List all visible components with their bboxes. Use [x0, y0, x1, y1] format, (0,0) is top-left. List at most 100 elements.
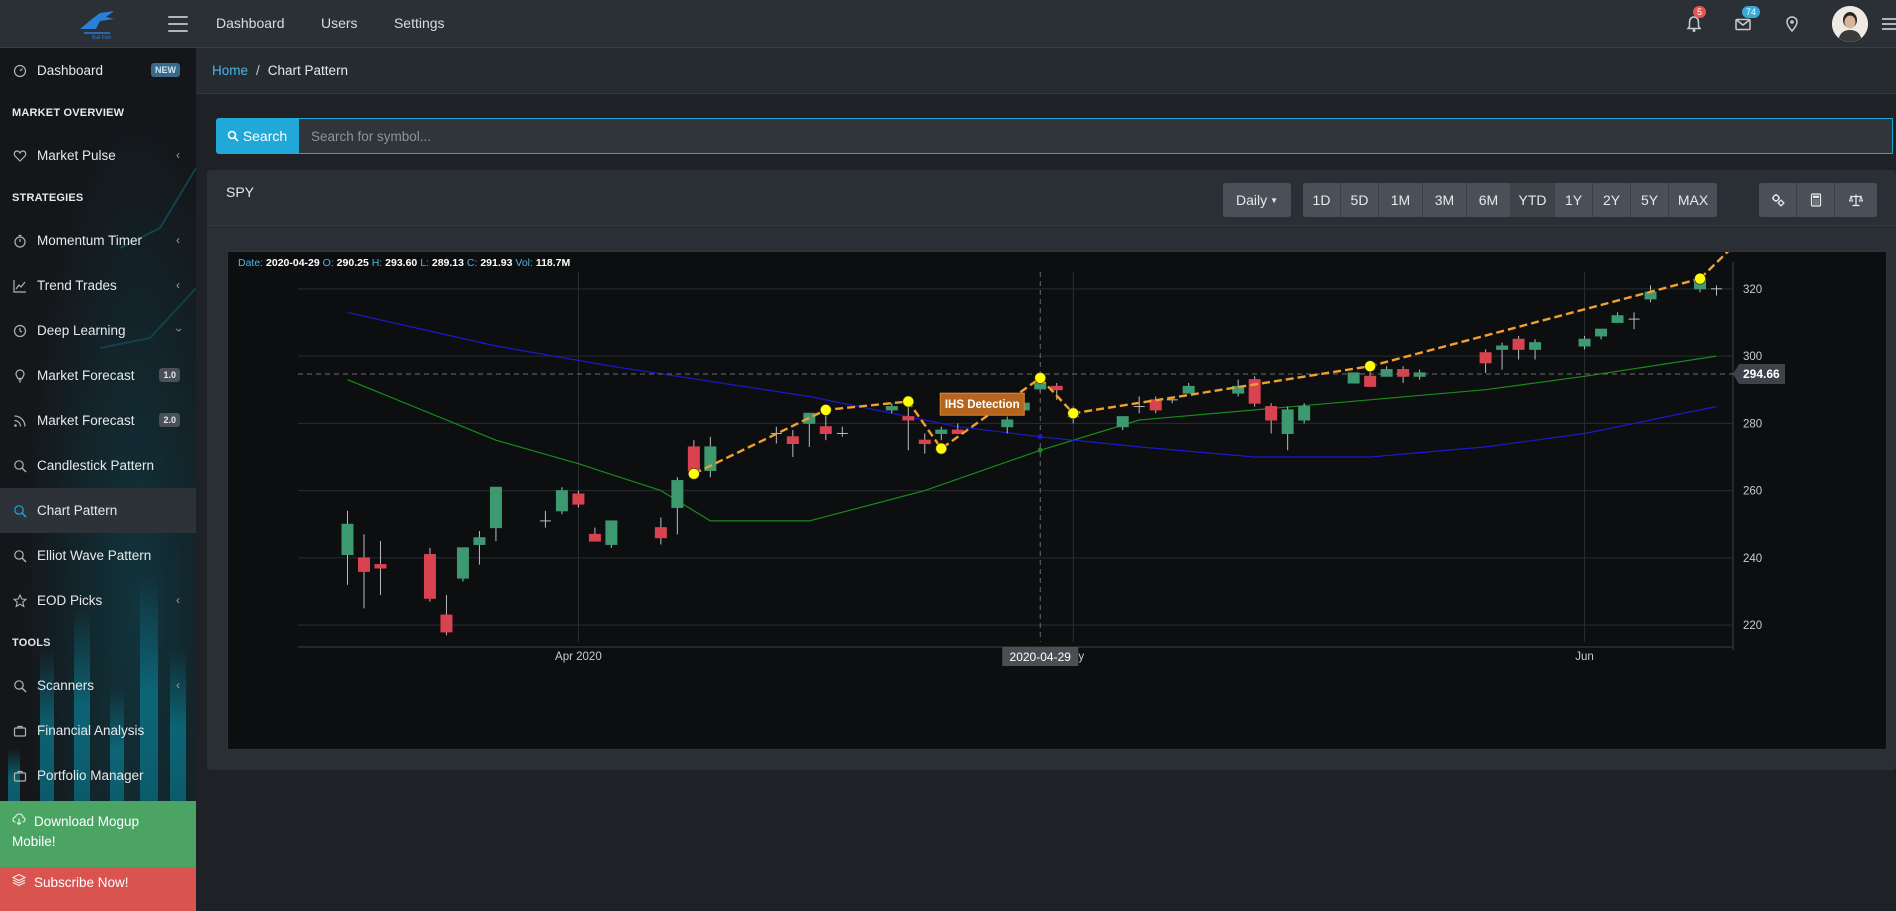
chevron-left-icon: ‹ — [176, 233, 180, 247]
ohlc-close-label: C: — [467, 257, 480, 269]
location-button[interactable] — [1783, 15, 1801, 33]
candle — [1364, 369, 1377, 387]
range-button-3m[interactable]: 3M — [1423, 183, 1467, 217]
sidebar-item-portfolio-manager[interactable]: Portfolio Manager — [0, 753, 196, 798]
download-mobile-button[interactable]: Download Mogup Mobile! — [0, 801, 196, 867]
range-button-1m[interactable]: 1M — [1379, 183, 1423, 217]
symbol-search-input[interactable] — [298, 118, 1893, 154]
sidebar-item-elliot-wave-pattern[interactable]: Elliot Wave Pattern — [0, 533, 196, 578]
candle-body — [1182, 385, 1195, 394]
menu-icon[interactable] — [1882, 18, 1896, 30]
candle-body — [885, 406, 898, 411]
briefcase-icon — [12, 723, 28, 739]
ohlc-vol-label: Vol: — [515, 257, 535, 269]
candle — [555, 487, 568, 515]
candle — [1479, 349, 1492, 373]
search-icon — [227, 130, 239, 142]
messages-button[interactable]: 74 — [1734, 6, 1761, 33]
candle-body — [1496, 345, 1509, 350]
magnifier-icon — [12, 458, 28, 474]
sidebar-item-financial-analysis[interactable]: Financial Analysis — [0, 708, 196, 753]
range-button-1y[interactable]: 1Y — [1555, 183, 1593, 217]
candle — [786, 430, 799, 457]
settings-icon — [1771, 194, 1784, 207]
sidebar-item-label: Dashboard — [37, 63, 104, 78]
sidebar-item-scanners[interactable]: Scanners ‹ — [0, 663, 196, 708]
candle — [588, 527, 601, 542]
ohlc-date-label: Date: — [238, 257, 266, 269]
sidebar-item-eod-picks[interactable]: EOD Picks ‹ — [0, 578, 196, 623]
sidebar-item-candlestick-pattern[interactable]: Candlestick Pattern — [0, 443, 196, 488]
briefcase-icon — [12, 768, 28, 784]
subscribe-button[interactable]: Subscribe Now! — [0, 867, 196, 911]
sidebar-item-market-pulse[interactable]: Market Pulse ‹ — [0, 133, 196, 178]
candle-body — [1413, 372, 1426, 377]
ohlc-readout: Date: 2020-04-29 O: 290.25 H: 293.60 L: … — [238, 257, 571, 269]
candle-body — [1050, 385, 1063, 391]
breadcrumb-separator: / — [256, 63, 260, 78]
sidebar-item-label: Momentum Timer — [37, 233, 143, 248]
version-badge: 2.0 — [159, 413, 180, 427]
sidebar-toggle-button[interactable] — [168, 15, 188, 32]
logo[interactable]: Bull Fish — [0, 0, 196, 48]
nav-users[interactable]: Users — [321, 15, 358, 31]
ma-fast-marker — [1037, 447, 1043, 453]
settings-button[interactable] — [1759, 183, 1797, 217]
sidebar-item-dashboard[interactable]: Dashboard NEW — [0, 48, 196, 93]
candle — [654, 517, 667, 545]
price-chart[interactable]: 220240260280300320Apr 2020MayJun294.6620… — [228, 252, 1888, 751]
range-button-ytd[interactable]: YTD — [1511, 183, 1555, 217]
range-button-5d[interactable]: 5D — [1341, 183, 1379, 217]
candle-body — [1479, 352, 1492, 364]
nav-dashboard[interactable]: Dashboard — [216, 15, 285, 31]
range-button-2y[interactable]: 2Y — [1593, 183, 1631, 217]
version-badge: 1.0 — [159, 368, 180, 382]
candle — [1628, 312, 1640, 330]
section-title-tools: TOOLS — [12, 637, 51, 649]
candle-body — [374, 564, 387, 569]
candle-body — [786, 436, 799, 445]
candle — [1413, 369, 1426, 380]
notifications-count: 5 — [1693, 6, 1707, 18]
candle — [341, 510, 354, 585]
svg-text:Bull Fish: Bull Fish — [92, 35, 111, 41]
candle-body — [341, 523, 354, 556]
speedometer-icon — [12, 63, 28, 79]
heart-icon — [12, 148, 28, 164]
search-button[interactable]: Search — [216, 118, 298, 154]
candle — [489, 486, 502, 542]
candle-body — [654, 527, 667, 539]
candle — [1001, 416, 1014, 434]
avatar[interactable] — [1832, 6, 1868, 42]
sidebar-item-chart-pattern[interactable]: Chart Pattern — [0, 488, 196, 533]
sidebar-item-label: Portfolio Manager — [37, 768, 144, 783]
notifications-button[interactable]: 5 — [1685, 6, 1707, 33]
range-button-5y[interactable]: 5Y — [1631, 183, 1669, 217]
sidebar: Dashboard NEW MARKET OVERVIEW Market Pul… — [0, 48, 196, 911]
magnifier-icon — [12, 678, 28, 694]
sidebar-item-momentum-timer[interactable]: Momentum Timer ‹ — [0, 218, 196, 263]
ohlc-high-label: H: — [372, 257, 385, 269]
sidebar-item-market-forecast-2[interactable]: Market Forecast 2.0 — [0, 398, 196, 443]
range-button-max[interactable]: MAX — [1669, 183, 1717, 217]
sidebar-item-deep-learning[interactable]: Deep Learning ‹ — [0, 308, 196, 353]
candle-body — [1281, 409, 1294, 434]
candle — [473, 531, 486, 565]
interval-dropdown[interactable]: Daily ▼ — [1223, 183, 1291, 217]
sidebar-item-label: Chart Pattern — [37, 503, 118, 518]
calculator-button[interactable] — [1797, 183, 1835, 217]
section-title-market-overview: MARKET OVERVIEW — [12, 107, 125, 119]
candle — [1133, 396, 1145, 414]
new-badge: NEW — [151, 63, 180, 77]
moving-average-fast-line — [347, 355, 1717, 522]
chart-container[interactable]: 220240260280300320Apr 2020MayJun294.6620… — [227, 251, 1887, 750]
breadcrumb-home-link[interactable]: Home — [212, 63, 248, 78]
sidebar-item-market-forecast-1[interactable]: Market Forecast 1.0 — [0, 353, 196, 398]
nav-settings[interactable]: Settings — [394, 15, 445, 31]
candle-body — [1116, 416, 1129, 428]
compare-button[interactable] — [1835, 183, 1877, 217]
sidebar-item-label: Market Forecast — [37, 368, 135, 383]
range-button-6m[interactable]: 6M — [1467, 183, 1511, 217]
range-button-1d[interactable]: 1D — [1303, 183, 1341, 217]
sidebar-item-trend-trades[interactable]: Trend Trades ‹ — [0, 263, 196, 308]
